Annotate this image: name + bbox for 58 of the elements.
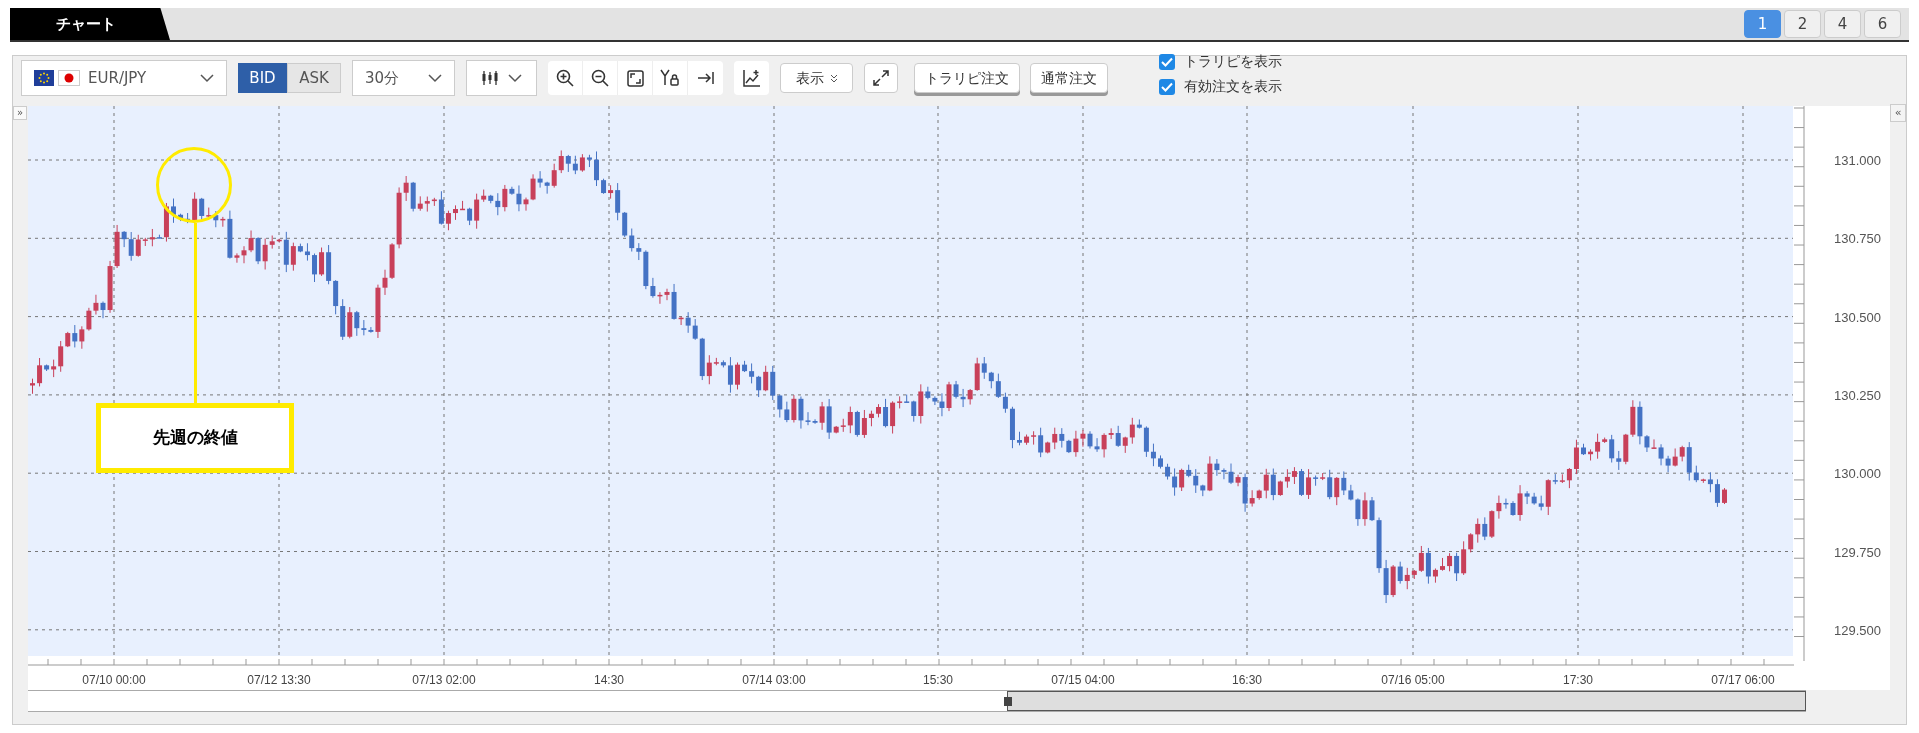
expand-button[interactable] (864, 63, 898, 93)
scrollbar-thumb[interactable] (1007, 691, 1806, 711)
x-axis-label: 07/12 13:30 (247, 673, 311, 687)
y-lock-icon (660, 69, 680, 87)
chart-type-select[interactable] (466, 60, 537, 96)
display-menu-button[interactable]: 表示 (780, 63, 853, 93)
x-axis-label: 14:30 (594, 673, 624, 687)
x-axis-label: 07/14 03:00 (742, 673, 806, 687)
y-axis-label: 129.500 (1834, 622, 1881, 638)
y-axis-label: 130.500 (1834, 309, 1881, 325)
checkbox[interactable] (1159, 53, 1175, 70)
currency-pair-select[interactable]: EUR/JPY (21, 60, 227, 96)
x-axis-label: 15:30 (923, 673, 953, 687)
x-axis-label: 07/10 00:00 (82, 673, 146, 687)
expand-arrows-icon (873, 70, 889, 86)
expand-right-panel-button[interactable]: « (1890, 104, 1906, 122)
y-axis-label: 130.250 (1834, 387, 1881, 403)
y-axis-label: 129.750 (1834, 544, 1881, 560)
checkbox-label: 有効注文を表示 (1184, 77, 1282, 96)
x-axis-label: 07/16 05:00 (1381, 673, 1445, 687)
y-axis-label: 131.000 (1834, 153, 1881, 168)
interval-text: 30分 (365, 67, 400, 89)
order-button[interactable]: トラリピ注文 (914, 63, 1020, 93)
layout-button[interactable]: 2 (1784, 10, 1821, 38)
layout-button[interactable]: 6 (1864, 10, 1901, 38)
y-axis-label: 130.000 (1834, 466, 1881, 482)
expand-left-panel-button[interactable]: » (13, 106, 27, 120)
price-side-button[interactable]: ASK (287, 63, 341, 93)
order-button[interactable]: 通常注文 (1030, 63, 1108, 93)
currency-pair-text: EUR/JPY (88, 67, 148, 89)
double-chevron-icon (829, 73, 838, 83)
interval-select[interactable]: 30分 (352, 60, 455, 96)
layout-button[interactable]: 4 (1824, 10, 1861, 38)
arrow-to-bar-icon (696, 70, 715, 86)
x-axis-label: 16:30 (1232, 673, 1262, 687)
checkbox[interactable] (1159, 78, 1175, 95)
price-side-button[interactable]: BID (238, 63, 287, 93)
japan-flag-icon (58, 70, 80, 86)
eu-flag-icon (34, 70, 54, 86)
x-axis-label: 07/13 02:00 (412, 673, 476, 687)
chart-plus-icon (742, 69, 761, 87)
indicator-button[interactable] (734, 61, 769, 95)
checkbox-label: トラリピを表示 (1184, 52, 1282, 71)
chart-tab[interactable]: チャート (10, 8, 170, 40)
x-axis-label: 07/15 04:00 (1051, 673, 1115, 687)
chevron-down-icon (428, 73, 442, 83)
x-axis-label: 17:30 (1563, 673, 1593, 687)
scroll-handle-icon[interactable] (1004, 697, 1012, 706)
y-axis-label: 130.750 (1834, 231, 1881, 247)
x-axis-label: 07/17 06:00 (1711, 673, 1775, 687)
chevron-down-icon (508, 73, 522, 83)
fit-screen-icon (626, 69, 644, 87)
display-label: 表示 (795, 68, 824, 88)
candlestick-icon (481, 70, 499, 86)
zoom-out-icon (591, 69, 609, 87)
zoom-in-icon (556, 69, 574, 87)
annotation-label: 先週の終値 (96, 403, 294, 473)
chevron-down-icon (200, 73, 214, 83)
